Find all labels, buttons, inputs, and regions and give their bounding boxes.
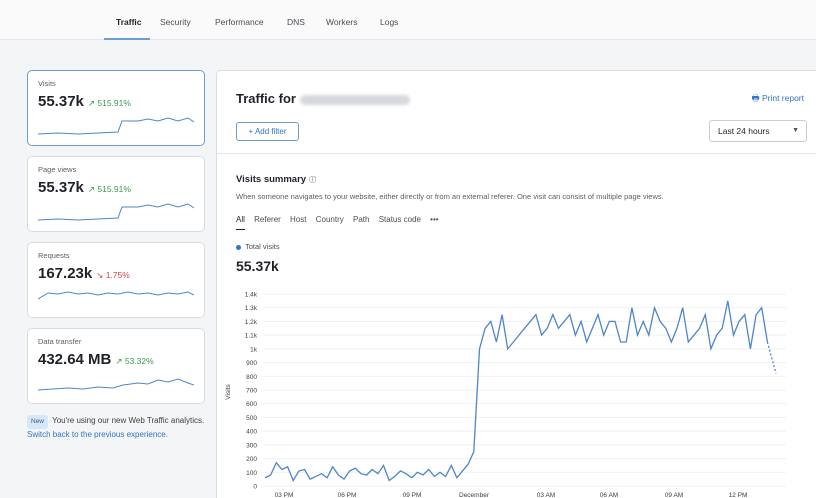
more-tabs-icon[interactable]: ••• (430, 215, 438, 224)
dimension-tabs: All Referer Host Country Path Status cod… (236, 215, 446, 224)
y-tick-label: 1k (250, 346, 258, 353)
new-badge: New (27, 415, 49, 429)
tab-performance[interactable]: Performance (215, 17, 264, 27)
data-transfer-sparkline (38, 378, 194, 391)
tab-path[interactable]: Path (353, 215, 369, 224)
y-tick-label: 1.3k (245, 305, 258, 312)
x-tick-label: 09 PM (403, 492, 422, 498)
chart-legend: Total visits (236, 242, 280, 251)
requests-card[interactable]: Requests 167.23k ↘ 1.75% (27, 242, 205, 318)
tab-dns[interactable]: DNS (287, 17, 305, 27)
page-views-change: ↗ 515.91% (87, 184, 131, 194)
visits-series-partial-line (766, 341, 777, 374)
tab-traffic[interactable]: Traffic (116, 17, 142, 27)
requests-label: Requests (38, 251, 70, 260)
tab-security[interactable]: Security (160, 17, 191, 27)
data-transfer-card[interactable]: Data transfer 432.64 MB ↗ 53.32% (27, 328, 205, 404)
y-axis-label: Visits (225, 384, 232, 400)
new-analytics-note: New You're using our new Web Traffic ana… (27, 415, 207, 441)
requests-change: ↘ 1.75% (96, 270, 130, 280)
y-tick-label: 700 (246, 388, 257, 395)
tab-all[interactable]: All (236, 215, 245, 224)
active-dimension-indicator (236, 229, 245, 230)
y-tick-label: 300 (246, 442, 257, 449)
page-views-sparkline (38, 203, 194, 221)
x-tick-label: 12 PM (729, 492, 748, 498)
visits-series-line (264, 300, 769, 482)
page-views-card[interactable]: Page views 55.37k ↗ 515.91% (27, 156, 205, 232)
x-tick-label: 06 AM (600, 492, 618, 498)
visits-label: Visits (38, 79, 56, 88)
x-tick-label: December (459, 492, 490, 498)
active-tab-indicator (104, 38, 150, 40)
requests-sparkline (38, 291, 194, 300)
visits-card[interactable]: Visits 55.37k ↗ 515.91% (27, 70, 205, 146)
legend-total-visits: Total visits (245, 242, 280, 251)
page-views-label: Page views (38, 165, 77, 174)
tab-referer[interactable]: Referer (254, 215, 281, 224)
switch-back-link[interactable]: Switch back to the previous experience. (27, 430, 168, 439)
x-tick-label: 06 PM (338, 492, 357, 498)
y-tick-label: 500 (246, 415, 257, 422)
y-tick-label: 100 (246, 470, 257, 477)
print-report-link[interactable]: 🖶 Print report (752, 93, 804, 107)
visits-sparkline (38, 117, 194, 135)
x-tick-label: 03 PM (275, 492, 294, 498)
legend-dot (236, 244, 241, 250)
y-tick-label: 900 (246, 360, 257, 367)
y-tick-label: 200 (246, 456, 257, 463)
printer-icon: 🖶 (751, 93, 762, 103)
redacted-domain (299, 94, 410, 105)
y-tick-label: 1.2k (245, 319, 258, 326)
visits-change: ↗ 515.91% (87, 98, 131, 108)
visits-summary-title: Visits summary ⓘ (236, 174, 317, 185)
top-nav: Traffic Security Performance DNS Workers… (0, 0, 816, 40)
data-transfer-value: 432.64 MB ↗ 53.32% (38, 351, 154, 368)
data-transfer-change: ↗ 53.32% (115, 356, 154, 366)
tab-host[interactable]: Host (290, 215, 306, 224)
y-tick-label: 800 (246, 374, 257, 381)
info-icon[interactable]: ⓘ (309, 177, 316, 184)
data-transfer-label: Data transfer (38, 337, 82, 346)
new-note-text: You're using our new Web Traffic analyti… (52, 416, 205, 425)
time-range-select[interactable]: Last 24 hours ▼ (709, 120, 807, 142)
y-tick-label: 400 (246, 429, 257, 436)
requests-value: 167.23k ↘ 1.75% (38, 265, 130, 282)
main-header: Traffic for 🖶 Print report + Add filter … (217, 71, 816, 154)
chevron-down-icon: ▼ (792, 127, 799, 134)
y-tick-label: 1.4k (245, 292, 258, 299)
visits-summary-description: When someone navigates to your website, … (236, 192, 664, 201)
visits-line-chart: 0 100 200 300 400 500 600 700 800 900 1k 1.1k 1.2k 1.… (225, 292, 786, 498)
y-tick-label: 600 (246, 401, 257, 408)
y-tick-label: 1.1k (245, 333, 258, 340)
x-tick-label: 09 AM (665, 492, 683, 498)
y-tick-label: 0 (253, 484, 257, 491)
tab-workers[interactable]: Workers (326, 17, 358, 27)
add-filter-button[interactable]: + Add filter (236, 122, 299, 141)
tab-status-code[interactable]: Status code (379, 215, 421, 224)
total-visits-value: 55.37k (236, 258, 279, 274)
visits-value: 55.37k ↗ 515.91% (38, 93, 131, 110)
tab-country[interactable]: Country (316, 215, 344, 224)
page-views-value: 55.37k ↗ 515.91% (38, 179, 131, 196)
x-tick-label: 03 AM (537, 492, 555, 498)
traffic-title: Traffic for (236, 91, 410, 106)
tab-logs[interactable]: Logs (380, 17, 398, 27)
